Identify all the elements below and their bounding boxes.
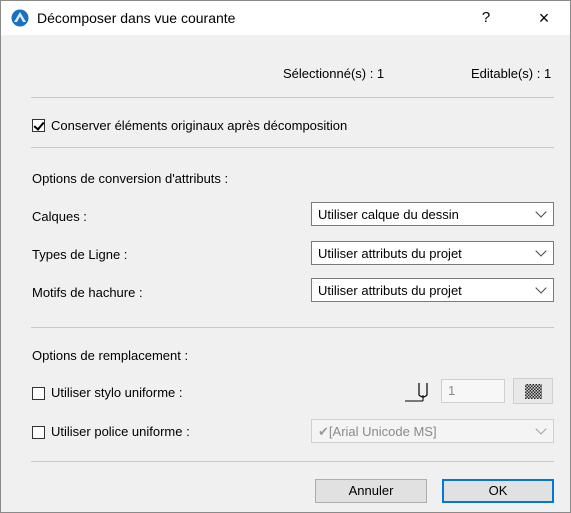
help-button[interactable]: ? bbox=[473, 7, 499, 29]
ok-button[interactable]: OK bbox=[442, 479, 554, 503]
checkmark-icon: ✔ bbox=[318, 424, 329, 439]
chevron-down-icon bbox=[535, 206, 547, 218]
pen-number-input[interactable]: 1 bbox=[441, 379, 505, 403]
uniform-pen-label: Utiliser stylo uniforme : bbox=[51, 385, 183, 400]
hatch-patterns-select-value: Utiliser attributs du projet bbox=[318, 283, 462, 298]
dialog-title: Décomposer dans vue courante bbox=[37, 10, 236, 26]
pen-icon bbox=[405, 383, 428, 402]
chevron-down-icon bbox=[535, 282, 547, 294]
hatch-patterns-label: Motifs de hachure : bbox=[32, 285, 143, 300]
uniform-font-label: Utiliser police uniforme : bbox=[51, 424, 190, 439]
font-select-value: ✔[Arial Unicode MS] bbox=[318, 424, 437, 439]
uniform-pen-checkbox[interactable] bbox=[32, 387, 45, 400]
conversion-heading: Options de conversion d'attributs : bbox=[32, 171, 229, 186]
close-button[interactable]: × bbox=[531, 7, 557, 29]
chevron-down-icon bbox=[535, 423, 547, 435]
line-types-select-value: Utiliser attributs du projet bbox=[318, 246, 462, 261]
separator bbox=[31, 461, 554, 462]
line-types-select[interactable]: Utiliser attributs du projet bbox=[311, 241, 554, 265]
keep-originals-label: Conserver éléments originaux après décom… bbox=[51, 118, 348, 133]
replacement-heading: Options de remplacement : bbox=[32, 348, 189, 363]
cancel-button[interactable]: Annuler bbox=[315, 479, 427, 503]
editable-count: Editable(s) : 1 bbox=[471, 66, 552, 81]
archicad-app-icon bbox=[11, 9, 29, 27]
layers-label: Calques : bbox=[32, 209, 87, 224]
pen-color-swatch-icon bbox=[525, 384, 542, 399]
uniform-font-checkbox[interactable] bbox=[32, 426, 45, 439]
font-select[interactable]: ✔[Arial Unicode MS] bbox=[311, 419, 554, 443]
chevron-down-icon bbox=[535, 245, 547, 257]
keep-originals-checkbox[interactable] bbox=[32, 119, 45, 132]
separator bbox=[31, 327, 554, 328]
line-types-label: Types de Ligne : bbox=[32, 247, 128, 262]
dialog-window: Décomposer dans vue courante ? × Sélecti… bbox=[0, 0, 571, 513]
title-bar: Décomposer dans vue courante ? × bbox=[1, 1, 570, 35]
layers-select-value: Utiliser calque du dessin bbox=[318, 207, 459, 222]
separator bbox=[31, 97, 554, 98]
layers-select[interactable]: Utiliser calque du dessin bbox=[311, 202, 554, 226]
hatch-patterns-select[interactable]: Utiliser attributs du projet bbox=[311, 278, 554, 302]
selected-count: Sélectionné(s) : 1 bbox=[283, 66, 385, 81]
separator bbox=[31, 147, 554, 148]
pen-pattern-button[interactable] bbox=[513, 378, 553, 404]
